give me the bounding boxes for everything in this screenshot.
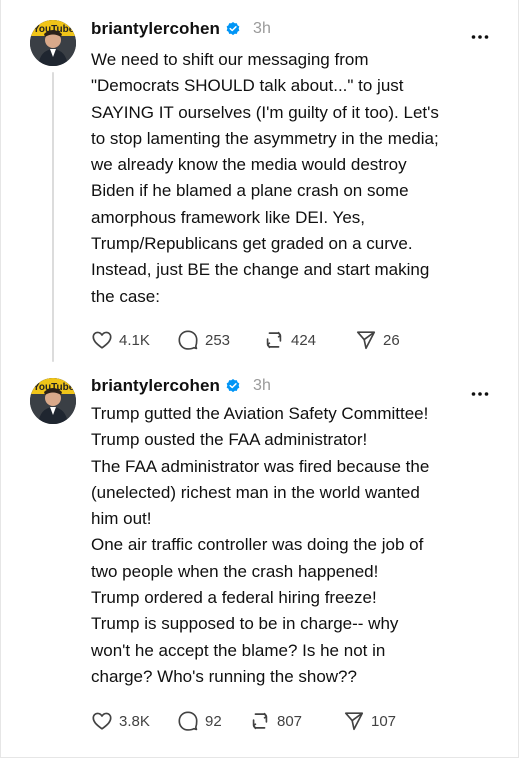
like-button[interactable]: 4.1K xyxy=(91,328,177,352)
post-text: Trump gutted the Aviation Safety Committ… xyxy=(91,404,430,686)
avatar[interactable]: YouTube xyxy=(30,378,76,424)
reply-count: 253 xyxy=(205,331,231,349)
send-icon xyxy=(343,710,365,732)
more-options-icon[interactable] xyxy=(471,384,489,396)
comment-bubble-icon xyxy=(177,710,199,732)
thread-post[interactable]: YouTube briantylercohen 3h Trump gutted … xyxy=(0,370,519,759)
verified-badge-icon xyxy=(225,21,241,37)
post-actions: 4.1K 253 424 26 xyxy=(91,328,415,352)
reply-count: 92 xyxy=(205,712,222,730)
heart-icon xyxy=(91,329,113,351)
avatar[interactable]: YouTube xyxy=(30,20,76,66)
repost-button[interactable]: 807 xyxy=(249,709,343,733)
repost-count: 807 xyxy=(277,712,303,730)
repost-icon xyxy=(263,329,285,351)
repost-button[interactable]: 424 xyxy=(263,328,355,352)
username[interactable]: briantylercohen xyxy=(91,19,220,39)
heart-icon xyxy=(91,710,113,732)
thread-connector-line xyxy=(52,72,54,362)
post-timestamp: 3h xyxy=(253,20,271,37)
share-button[interactable]: 26 xyxy=(355,328,415,352)
share-count: 107 xyxy=(371,712,397,730)
comment-bubble-icon xyxy=(177,329,199,351)
post-header: briantylercohen 3h xyxy=(91,17,271,41)
like-button[interactable]: 3.8K xyxy=(91,709,177,733)
reply-button[interactable]: 253 xyxy=(177,328,263,352)
reply-button[interactable]: 92 xyxy=(177,709,249,733)
like-count: 3.8K xyxy=(119,712,150,730)
post-text: We need to shift our messaging from "Dem… xyxy=(91,50,439,306)
username[interactable]: briantylercohen xyxy=(91,376,220,396)
send-icon xyxy=(355,329,377,351)
post-timestamp: 3h xyxy=(253,377,271,394)
repost-count: 424 xyxy=(291,331,317,349)
repost-icon xyxy=(249,710,271,732)
share-count: 26 xyxy=(383,331,400,349)
like-count: 4.1K xyxy=(119,331,150,349)
thread-post[interactable]: YouTube briantylercohen 3h We need to sh… xyxy=(0,0,519,370)
post-actions: 3.8K 92 807 107 xyxy=(91,709,403,733)
share-button[interactable]: 107 xyxy=(343,709,403,733)
post-header: briantylercohen 3h xyxy=(91,374,271,398)
verified-badge-icon xyxy=(225,378,241,394)
more-options-icon[interactable] xyxy=(471,27,489,39)
